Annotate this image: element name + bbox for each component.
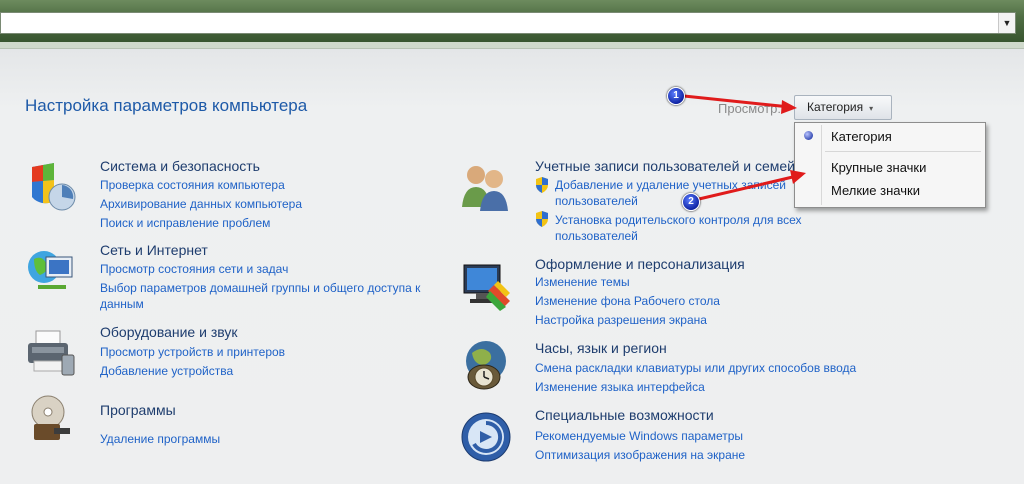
link-add-remove-accounts-cont[interactable]: пользователей bbox=[555, 194, 638, 208]
link-add-device[interactable]: Добавление устройства bbox=[100, 364, 233, 378]
view-by-menu: Категория Крупные значки Мелкие значки bbox=[794, 122, 986, 208]
link-uninstall-program[interactable]: Удаление программы bbox=[100, 432, 220, 446]
link-parental-controls[interactable]: Установка родительского контроля для все… bbox=[555, 213, 802, 227]
programs-disk-icon[interactable] bbox=[24, 394, 76, 446]
address-bar[interactable]: ▼ bbox=[0, 12, 1016, 34]
link-homegroup-cont[interactable]: данным bbox=[100, 297, 144, 311]
menu-item-large-icons[interactable]: Крупные значки bbox=[831, 160, 926, 175]
category-clock-language[interactable]: Часы, язык и регион bbox=[535, 340, 667, 356]
window-titlebar: ▼ bbox=[0, 0, 1024, 42]
users-icon[interactable] bbox=[460, 161, 512, 213]
category-system-security[interactable]: Система и безопасность bbox=[100, 158, 260, 174]
menu-item-small-icons[interactable]: Мелкие значки bbox=[831, 183, 920, 198]
category-hardware-sound[interactable]: Оборудование и звук bbox=[100, 324, 238, 340]
category-accessibility[interactable]: Специальные возможности bbox=[535, 407, 714, 423]
link-parental-controls-cont[interactable]: пользователей bbox=[555, 229, 638, 243]
shield-system-icon[interactable] bbox=[24, 161, 76, 213]
printer-icon[interactable] bbox=[24, 327, 76, 379]
uac-shield-icon bbox=[536, 177, 548, 193]
link-recommended-settings[interactable]: Рекомендуемые Windows параметры bbox=[535, 429, 743, 443]
link-add-remove-accounts[interactable]: Добавление и удаление учетных записей bbox=[555, 178, 786, 192]
category-appearance[interactable]: Оформление и персонализация bbox=[535, 256, 745, 272]
page-title: Настройка параметров компьютера bbox=[25, 96, 308, 115]
menu-gutter bbox=[821, 125, 822, 205]
link-backup[interactable]: Архивирование данных компьютера bbox=[100, 197, 302, 211]
radio-selected-icon bbox=[804, 131, 813, 140]
menu-item-category[interactable]: Категория bbox=[831, 129, 892, 144]
control-panel-content: Настройка параметров компьютера Просмотр… bbox=[0, 49, 1024, 484]
link-troubleshoot[interactable]: Поиск и исправление проблем bbox=[100, 216, 270, 230]
link-change-wallpaper[interactable]: Изменение фона Рабочего стола bbox=[535, 294, 720, 308]
view-by-label: Просмотр: bbox=[718, 101, 781, 116]
clock-globe-icon[interactable] bbox=[460, 339, 512, 391]
link-check-status[interactable]: Проверка состояния компьютера bbox=[100, 178, 285, 192]
toolbar-strip bbox=[0, 42, 1024, 49]
link-screen-resolution[interactable]: Настройка разрешения экрана bbox=[535, 313, 707, 327]
category-programs[interactable]: Программы bbox=[100, 402, 176, 418]
link-devices-printers[interactable]: Просмотр устройств и принтеров bbox=[100, 345, 285, 359]
monitor-palette-icon[interactable] bbox=[460, 261, 512, 313]
uac-shield-icon bbox=[536, 211, 548, 227]
link-homegroup[interactable]: Выбор параметров домашней группы и общег… bbox=[100, 281, 420, 295]
link-change-theme[interactable]: Изменение темы bbox=[535, 275, 630, 289]
menu-divider bbox=[825, 151, 981, 152]
view-by-dropdown[interactable]: Категория ▾ bbox=[794, 95, 892, 120]
view-by-value: Категория bbox=[807, 100, 864, 114]
link-interface-language[interactable]: Изменение языка интерфейса bbox=[535, 380, 705, 394]
address-dropdown-icon[interactable]: ▼ bbox=[998, 13, 1015, 33]
category-network[interactable]: Сеть и Интернет bbox=[100, 242, 208, 258]
network-globe-icon[interactable] bbox=[24, 245, 76, 297]
link-keyboard-layout[interactable]: Смена раскладки клавиатуры или других сп… bbox=[535, 361, 856, 375]
accessibility-icon[interactable] bbox=[460, 411, 512, 463]
link-network-status[interactable]: Просмотр состояния сети и задач bbox=[100, 262, 288, 276]
chevron-down-icon: ▾ bbox=[869, 104, 874, 113]
annotation-badge-2: 2 bbox=[682, 193, 700, 211]
link-optimize-display[interactable]: Оптимизация изображения на экране bbox=[535, 448, 745, 462]
annotation-badge-1: 1 bbox=[667, 87, 685, 105]
